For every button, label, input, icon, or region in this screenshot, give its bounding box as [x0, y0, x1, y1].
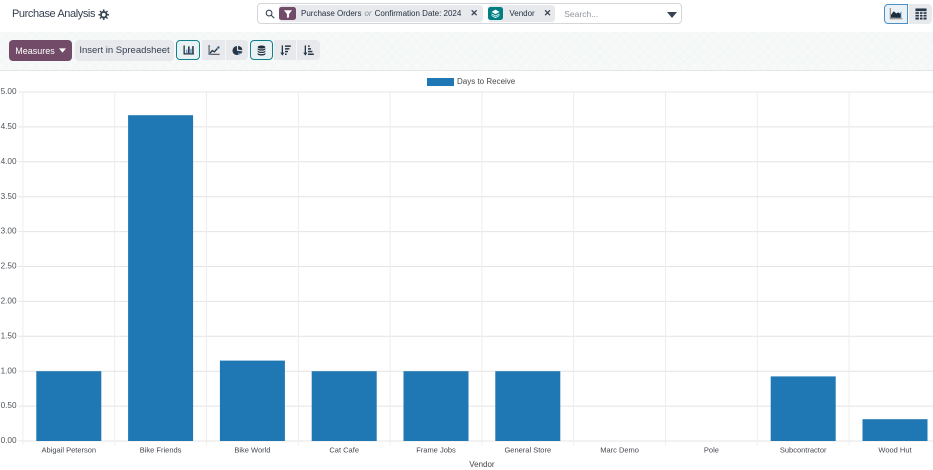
- svg-text:Wood Hut: Wood Hut: [878, 446, 912, 455]
- svg-text:2.50: 2.50: [1, 262, 17, 271]
- svg-text:1.50: 1.50: [1, 331, 17, 340]
- svg-text:Bike World: Bike World: [234, 446, 270, 455]
- svg-text:Marc Demo: Marc Demo: [600, 446, 639, 455]
- svg-text:Abigail Peterson: Abigail Peterson: [41, 446, 96, 455]
- svg-text:4.00: 4.00: [1, 157, 17, 166]
- svg-text:General Store: General Store: [504, 446, 551, 455]
- svg-text:3.50: 3.50: [1, 192, 17, 201]
- svg-text:Bike Friends: Bike Friends: [140, 446, 182, 455]
- svg-text:Vendor: Vendor: [469, 460, 495, 469]
- svg-text:2.00: 2.00: [1, 297, 17, 306]
- svg-text:Pole: Pole: [704, 446, 719, 455]
- svg-text:Cat Cafe: Cat Cafe: [329, 446, 359, 455]
- svg-text:0.50: 0.50: [1, 401, 17, 410]
- svg-text:4.50: 4.50: [1, 122, 17, 131]
- svg-text:3.00: 3.00: [1, 227, 17, 236]
- svg-text:Subcontractor: Subcontractor: [780, 446, 827, 455]
- svg-text:Frame Jobs: Frame Jobs: [416, 446, 456, 455]
- svg-text:0.00: 0.00: [1, 436, 17, 445]
- svg-text:5.00: 5.00: [1, 87, 17, 96]
- svg-text:1.00: 1.00: [1, 366, 17, 375]
